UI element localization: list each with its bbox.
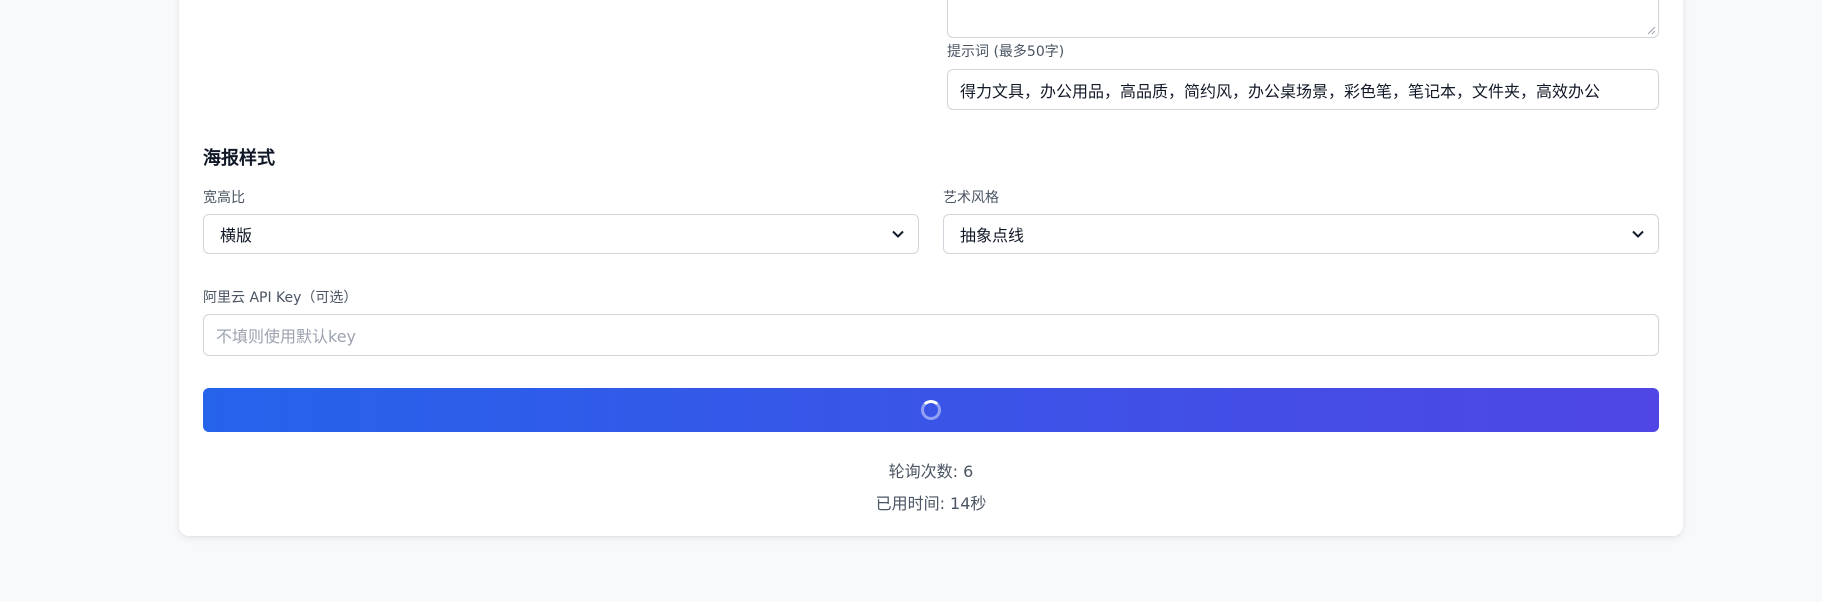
loading-spinner-icon: [921, 400, 941, 420]
description-textarea[interactable]: [947, 0, 1659, 38]
art-style-select[interactable]: 抽象点线: [943, 214, 1659, 254]
poll-count-text: 轮询次数: 6: [888, 462, 974, 481]
api-key-label: 阿里云 API Key（可选）: [203, 290, 358, 306]
art-style-label: 艺术风格: [943, 190, 999, 206]
elapsed-time-text: 已用时间: 14秒: [875, 494, 987, 513]
art-style-value: 抽象点线: [960, 226, 1025, 245]
chevron-down-icon: [892, 230, 904, 238]
poster-style-heading: 海报样式: [203, 148, 275, 169]
api-key-input[interactable]: 不填则使用默认key: [203, 314, 1659, 356]
aspect-ratio-value: 横版: [220, 226, 253, 245]
generate-button[interactable]: [203, 388, 1659, 432]
chevron-down-icon: [1632, 230, 1644, 238]
aspect-ratio-label: 宽高比: [203, 190, 245, 206]
aspect-ratio-select[interactable]: 横版: [203, 214, 919, 254]
resize-grip-icon[interactable]: [1647, 26, 1656, 35]
prompt-label: 提示词 (最多50字): [947, 44, 1065, 60]
prompt-input[interactable]: 得力文具，办公用品，高品质，简约风，办公桌场景，彩色笔，笔记本，文件夹，高效办公: [947, 69, 1659, 110]
